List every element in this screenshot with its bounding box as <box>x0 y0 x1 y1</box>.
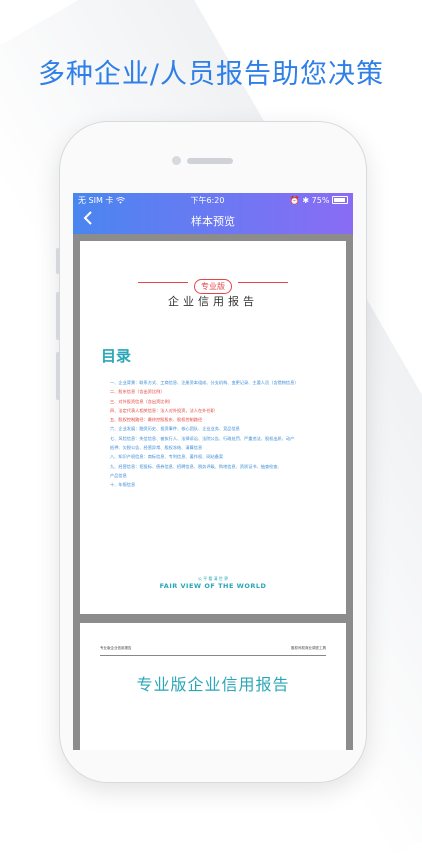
edition-badge-label: 专业版 <box>194 279 232 294</box>
status-bar: 无 SIM 卡 下午6:20 ⏰ ✱ 75% <box>73 193 353 207</box>
volume-up-button <box>56 292 60 340</box>
report-title: 企业信用报告 <box>168 295 258 308</box>
volume-down-button <box>56 352 60 400</box>
page-2-title: 专业版企业信用报告 <box>136 675 290 694</box>
mute-switch <box>56 248 60 274</box>
toc-item: 五、股权控制路径：最终控股股东、股权控制路径 <box>110 417 203 423</box>
page-header-right: 股权司权商业调查工具 <box>291 646 326 650</box>
edition-badge: 专业版 <box>80 274 346 294</box>
carrier-wifi: 无 SIM 卡 <box>78 195 125 206</box>
toc-item: 四、法定代表人相关信息：法人对外投资，法人在外任职 <box>110 407 215 413</box>
toc-item: 七、风险信息：失信信息、被执行人、法律诉讼、法院公告、行政处罚、严重违法、股权出… <box>110 435 295 441</box>
toc-item: 一、企业背景：联系方式、工商信息、注册资本组成、分支机构、变更记录、主要人员（含… <box>110 380 299 385</box>
toc-item: 九、经营信息：招投标、债券信息、招聘信息、税务评级、购地信息、资质证书、抽查检查… <box>110 463 282 469</box>
front-camera <box>172 156 181 165</box>
slogan-en: FAIR VIEW OF THE WORLD <box>159 582 267 590</box>
toc-title: 目录 <box>101 347 132 365</box>
nav-title: 样本预览 <box>191 215 235 228</box>
badge-line-right <box>238 282 288 283</box>
page-header: 专业版企业信用报告 股权司权商业调查工具 <box>100 646 326 656</box>
toc-item: 抵押、欠税公告、经营异常、股权冻结、清算信息 <box>110 445 203 451</box>
report-page-1[interactable]: 专业版 企业信用报告 目录 一、企业背景：联系方式、工商信息、注册资本组成、分支… <box>80 241 346 614</box>
carrier-label: 无 SIM 卡 <box>78 195 116 205</box>
headline: 多种企业/人员报告助您决策 <box>37 59 385 90</box>
bluetooth-icon: ✱ <box>302 195 310 205</box>
nav-bar: 样本预览 <box>73 207 353 234</box>
toc-item: 产品信息 <box>110 472 127 478</box>
battery-percent: 75% <box>311 195 330 205</box>
report-page-2[interactable]: 专业版企业信用报告 股权司权商业调查工具 专业版企业信用报告 <box>80 623 346 750</box>
phone-speaker <box>187 158 233 164</box>
table-of-contents: 一、企业背景：联系方式、工商信息、注册资本组成、分支机构、变更记录、主要人员（含… <box>110 378 330 490</box>
toc-item: 二、股东信息（含出资比例） <box>110 389 165 395</box>
toc-item: 十、年报信息 <box>110 482 136 488</box>
alarm-icon: ⏰ <box>289 195 300 205</box>
toc-item: 八、知识产权信息：商标信息、专利信息、著作权、网站备案 <box>110 454 224 460</box>
wifi-icon <box>116 196 125 204</box>
battery-icon <box>332 196 348 204</box>
toc-item: 六、企业发展：融资历史、投资事件、核心团队、企业业务、竞品信息 <box>110 426 240 432</box>
status-right: ⏰ ✱ 75% <box>290 196 348 205</box>
phone-screen: 无 SIM 卡 下午6:20 ⏰ ✱ 75% 样本预览 专业版 企业信用报告 目… <box>73 193 353 750</box>
badge-line-left <box>138 282 188 283</box>
toc-item: 三、对外投资信息（含出资比例） <box>110 398 173 404</box>
clock: 下午6:20 <box>190 195 225 205</box>
page-header-left: 专业版企业信用报告 <box>100 646 132 650</box>
